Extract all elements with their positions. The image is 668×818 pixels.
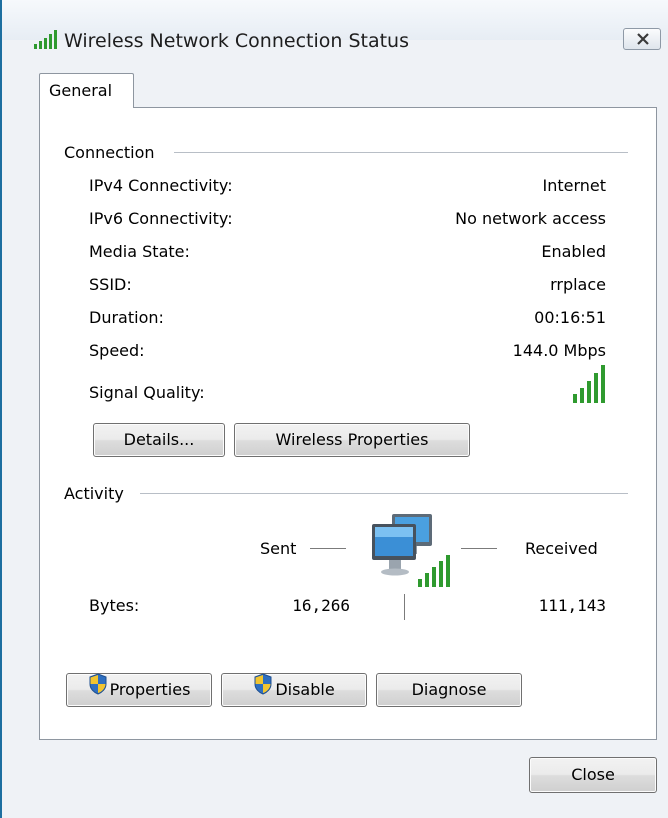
details-button[interactable]: Details... bbox=[93, 423, 225, 457]
ipv4-value: Internet bbox=[542, 176, 606, 195]
title-close-button[interactable] bbox=[623, 28, 661, 50]
tab-general[interactable]: General bbox=[39, 73, 134, 108]
bytes-sent-value: 16,266 bbox=[292, 596, 350, 615]
bytes-label: Bytes: bbox=[89, 596, 140, 615]
status-window: Wireless Network Connection Status Gener… bbox=[0, 0, 668, 818]
wireless-properties-button[interactable]: Wireless Properties bbox=[234, 423, 470, 457]
received-line bbox=[461, 548, 497, 549]
diagnose-button[interactable]: Diagnose bbox=[376, 673, 522, 707]
speed-label: Speed: bbox=[89, 341, 145, 360]
activity-group-line bbox=[140, 493, 628, 494]
uac-shield-icon bbox=[253, 672, 273, 706]
properties-button-label: Properties bbox=[109, 680, 191, 699]
network-computers-icon bbox=[362, 510, 462, 599]
duration-label: Duration: bbox=[89, 308, 164, 327]
close-button[interactable]: Close bbox=[529, 757, 657, 793]
speed-value: 144.0 Mbps bbox=[512, 341, 606, 360]
signal-quality-label: Signal Quality: bbox=[89, 383, 205, 402]
signal-quality-icon bbox=[573, 364, 609, 408]
window-title: Wireless Network Connection Status bbox=[64, 30, 409, 52]
tab-general-label: General bbox=[49, 81, 113, 100]
duration-value: 00:16:51 bbox=[534, 308, 606, 327]
close-icon bbox=[637, 33, 649, 45]
sent-label: Sent bbox=[260, 539, 297, 558]
bytes-divider bbox=[404, 594, 405, 620]
activity-group-label: Activity bbox=[64, 484, 124, 503]
wireless-signal-icon bbox=[34, 30, 60, 54]
connection-group-label: Connection bbox=[64, 143, 155, 162]
disable-button[interactable]: Disable bbox=[221, 672, 367, 707]
ssid-value: rrplace bbox=[550, 275, 606, 294]
properties-button[interactable]: Properties bbox=[66, 672, 212, 707]
uac-shield-icon bbox=[88, 672, 108, 706]
title-bar: Wireless Network Connection Status bbox=[2, 0, 668, 52]
bytes-received-value: 111,143 bbox=[538, 596, 606, 615]
sent-line bbox=[310, 548, 346, 549]
media-state-label: Media State: bbox=[89, 242, 190, 261]
connection-group-line bbox=[174, 152, 628, 153]
ipv6-label: IPv6 Connectivity: bbox=[89, 209, 233, 228]
ipv4-label: IPv4 Connectivity: bbox=[89, 176, 233, 195]
received-label: Received bbox=[525, 539, 598, 558]
ipv6-value: No network access bbox=[455, 209, 606, 228]
media-state-value: Enabled bbox=[541, 242, 606, 261]
disable-button-label: Disable bbox=[275, 680, 335, 699]
ssid-label: SSID: bbox=[89, 275, 132, 294]
